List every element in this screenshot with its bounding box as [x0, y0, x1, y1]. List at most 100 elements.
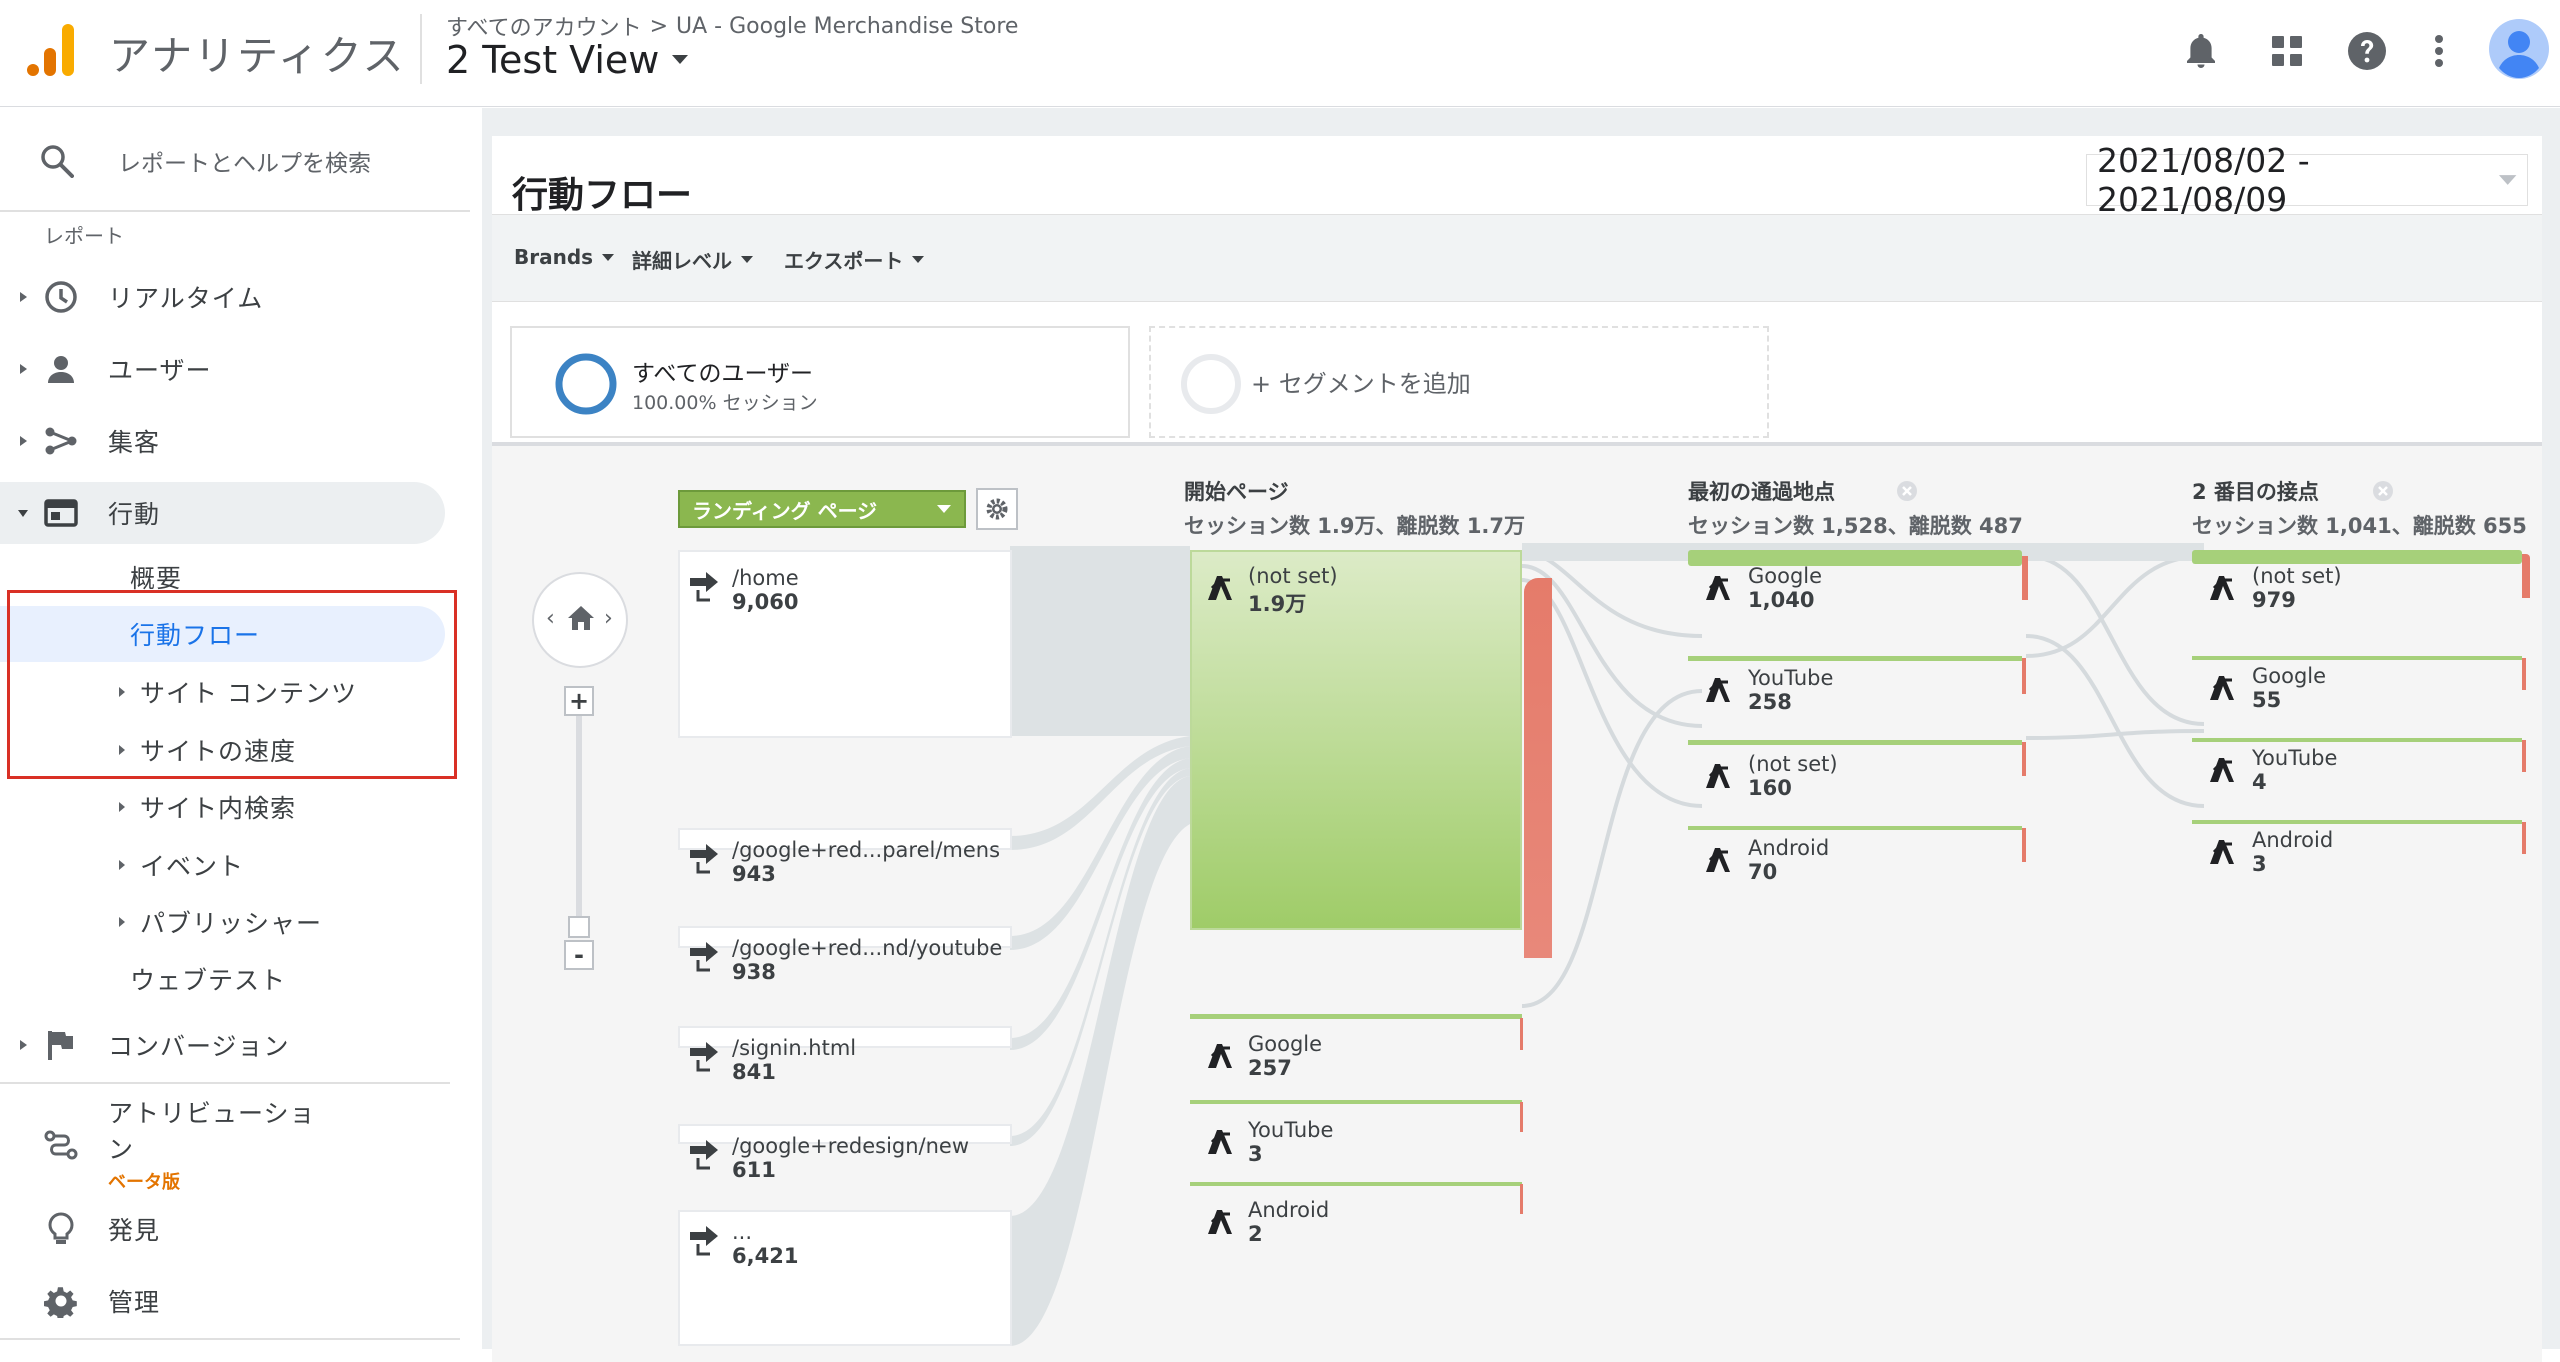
expand-arrow-icon: [20, 364, 27, 374]
second-node-google-bar[interactable]: [2192, 656, 2522, 660]
zoom-out-button[interactable]: -: [564, 940, 594, 970]
node-value: 841: [732, 1060, 776, 1084]
second-node-android-bar[interactable]: [2192, 820, 2522, 824]
segment-name: すべてのユーザー: [632, 361, 814, 387]
app-title: アナリティクス: [109, 32, 406, 80]
sidebar-item-behavior[interactable]: 行動: [0, 482, 445, 544]
sidebar-item-attribution[interactable]: アトリビューショ ン ベータ版: [0, 1088, 470, 1198]
analytics-logo[interactable]: [26, 22, 76, 78]
pan-right-icon[interactable]: ›: [604, 606, 613, 631]
sidebar-subitem-events[interactable]: イベント: [0, 837, 450, 893]
column-header-first-interaction: 最初の通過地点 セッション数 1,528、離脱数 487: [1688, 476, 2023, 540]
zoom-slider-track[interactable]: [576, 716, 582, 936]
second-node-not-set-bar[interactable]: [2192, 550, 2522, 564]
sidebar-item-label: ユーザー: [108, 356, 212, 385]
remove-column-icon[interactable]: [1896, 480, 1918, 502]
start-node-youtube-bar[interactable]: [1190, 1100, 1522, 1104]
dropoff-bar: [1520, 1102, 1523, 1132]
column-subtitle: セッション数 1,041、離脱数 655: [2192, 514, 2527, 538]
page-walk-icon: [2210, 840, 2234, 864]
page-walk-icon: [1208, 1210, 1232, 1234]
sidebar-subitem-publisher[interactable]: パブリッシャー: [0, 894, 450, 950]
add-segment-button[interactable]: + セグメントを追加: [1149, 326, 1769, 438]
report-toolbar: Brands 詳細レベル エクスポート: [492, 214, 2542, 302]
start-label-group: Google 257: [1204, 1032, 1322, 1080]
sidebar-item-discover[interactable]: 発見: [0, 1198, 470, 1260]
landing-label-group: /google+red...nd/youtube 938: [688, 936, 1002, 984]
report-search[interactable]: レポートとヘルプを検索: [0, 108, 470, 212]
starting-dimension-select[interactable]: ランディング ページ: [678, 490, 966, 528]
segment-all-users[interactable]: すべてのユーザー 100.00% セッション: [510, 326, 1130, 438]
node-name: (not set): [2252, 564, 2342, 588]
beta-badge: ベータ版: [108, 1172, 180, 1193]
sidebar-item-label: アトリビューショ: [108, 1099, 316, 1128]
sidebar-item-users[interactable]: ユーザー: [0, 338, 470, 400]
start-label-group: (not set) 1.9万: [1204, 564, 1338, 618]
gear-icon: [40, 1280, 82, 1322]
start-node-google-bar[interactable]: [1190, 1014, 1522, 1019]
sidebar-subitem-site-search[interactable]: サイト内検索: [0, 779, 450, 835]
breadcrumb-property[interactable]: UA - Google Merchandise Store: [676, 14, 1018, 39]
dropoff-bar[interactable]: [1524, 578, 1552, 958]
home-icon[interactable]: [566, 604, 596, 632]
node-name: Android: [1748, 836, 1830, 860]
attribution-icon: [40, 1124, 82, 1166]
person-icon: [40, 348, 82, 390]
report-card: 行動フロー 2021/08/02 - 2021/08/09 Brands 詳細レ…: [492, 136, 2542, 1362]
empty-segment-ring-icon: [1181, 354, 1241, 414]
view-selector[interactable]: 2 Test View: [446, 38, 689, 82]
sidebar-subitem-label: サイトの速度: [140, 737, 297, 766]
sidebar-subitem-site-speed[interactable]: サイトの速度: [0, 722, 450, 778]
node-name: YouTube: [2252, 746, 2338, 770]
start-node-android-bar[interactable]: [1190, 1182, 1522, 1186]
dropoff-bar: [1520, 1018, 1523, 1050]
apps-grid-icon[interactable]: [2258, 22, 2316, 80]
sidebar-item-acquisition[interactable]: 集客: [0, 410, 470, 472]
sidebar-divider: [0, 1338, 460, 1340]
search-input-placeholder[interactable]: レポートとヘルプを検索: [118, 144, 371, 178]
pan-left-icon[interactable]: ‹: [546, 606, 555, 631]
dropoff-bar: [2022, 828, 2026, 862]
sidebar-subitem-label: パブリッシャー: [140, 909, 323, 938]
sidebar-item-conversions[interactable]: コンバージョン: [0, 1014, 470, 1076]
notifications-bell-icon[interactable]: [2172, 22, 2230, 80]
sidebar-item-label: 発見: [108, 1216, 161, 1245]
first-node-android-bar[interactable]: [1688, 826, 2022, 830]
first-label-group: YouTube 258: [1702, 666, 1833, 714]
add-segment-label: + セグメントを追加: [1251, 370, 1471, 398]
more-vert-icon[interactable]: [2410, 22, 2468, 80]
node-value: 70: [1748, 860, 1778, 884]
sidebar: レポートとヘルプを検索 レポート リアルタイム ユーザー 集客 行動 概要 行動…: [0, 108, 482, 1349]
account-avatar[interactable]: [2486, 16, 2552, 82]
expand-arrow-icon: [119, 687, 125, 697]
caret-down-icon: [912, 256, 925, 263]
pan-control[interactable]: ‹ ›: [532, 572, 628, 668]
node-name: (not set): [1248, 564, 1338, 588]
zoom-slider-handle[interactable]: [568, 916, 590, 938]
help-icon[interactable]: [2338, 22, 2396, 80]
brands-dropdown[interactable]: Brands: [514, 245, 615, 269]
date-range-picker[interactable]: 2021/08/02 - 2021/08/09: [2086, 141, 2528, 219]
sidebar-subitem-experiments[interactable]: ウェブテスト: [0, 951, 450, 1007]
detail-level-dropdown[interactable]: 詳細レベル: [632, 245, 754, 274]
node-value: 257: [1248, 1056, 1292, 1080]
sidebar-item-label-cont: ン: [108, 1135, 135, 1164]
first-node-not-set-bar[interactable]: [1688, 740, 2022, 745]
view-title: 2 Test View: [446, 38, 660, 82]
behavior-flow-diagram[interactable]: ‹ › + - ランディング ページ 開始ページ セッション数 1.9万、離脱数…: [492, 442, 2542, 1362]
second-node-youtube-bar[interactable]: [2192, 738, 2522, 742]
export-dropdown[interactable]: エクスポート: [784, 245, 925, 274]
node-value: 1.9万: [1248, 592, 1307, 616]
settings-button[interactable]: [976, 488, 1018, 530]
node-value: 2: [1248, 1222, 1263, 1246]
entry-arrow-icon: [690, 942, 718, 972]
sidebar-subitem-site-content[interactable]: サイト コンテンツ: [0, 664, 450, 720]
flag-icon: [40, 1024, 82, 1066]
zoom-in-button[interactable]: +: [564, 686, 594, 716]
sidebar-item-realtime[interactable]: リアルタイム: [0, 266, 470, 328]
sidebar-item-admin[interactable]: 管理: [0, 1270, 470, 1332]
remove-column-icon[interactable]: [2372, 480, 2394, 502]
main-content: 行動フロー 2021/08/02 - 2021/08/09 Brands 詳細レ…: [482, 108, 2560, 1362]
sidebar-item-label: コンバージョン: [108, 1032, 290, 1061]
first-node-youtube-bar[interactable]: [1688, 656, 2022, 661]
